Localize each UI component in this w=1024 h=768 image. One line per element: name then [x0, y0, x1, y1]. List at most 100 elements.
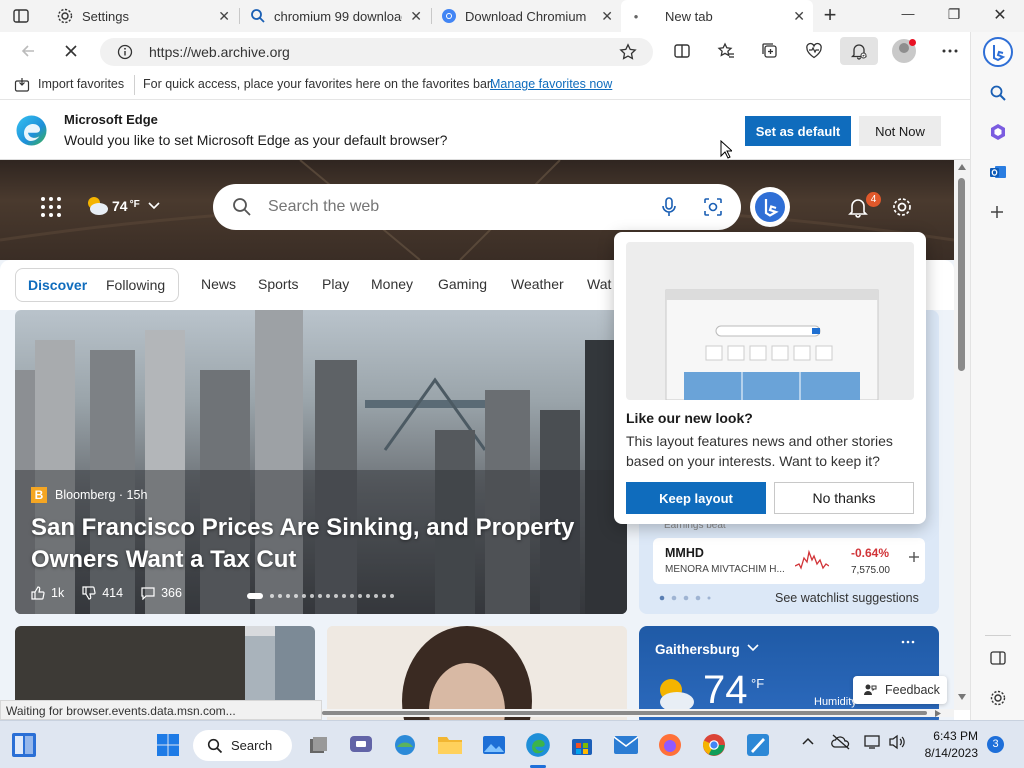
add-sidebar-app-icon[interactable]: [989, 204, 1005, 220]
scroll-thumb[interactable]: [958, 178, 965, 371]
nav-gaming[interactable]: Gaming: [438, 276, 487, 292]
address-bar[interactable]: https://web.archive.org: [100, 38, 653, 66]
network-icon[interactable]: [864, 734, 882, 750]
mail-icon[interactable]: [610, 729, 642, 761]
scroll-right-arrow-icon[interactable]: [935, 710, 941, 717]
office-icon[interactable]: [989, 123, 1007, 141]
star-icon[interactable]: [619, 43, 637, 61]
store-icon[interactable]: [566, 729, 598, 761]
minimize-button[interactable]: —: [896, 6, 920, 21]
tab-discover[interactable]: Discover: [28, 277, 87, 293]
weather-app-icon[interactable]: [389, 729, 421, 761]
photos-icon[interactable]: [478, 729, 510, 761]
vertical-scrollbar[interactable]: [954, 160, 970, 710]
close-window-button[interactable]: ✕: [988, 5, 1012, 25]
chevron-up-icon[interactable]: [802, 737, 814, 745]
horizontal-scroll-thumb[interactable]: [322, 711, 927, 715]
start-windows-icon[interactable]: [152, 729, 184, 761]
split-screen-icon[interactable]: [668, 37, 696, 65]
clock-date[interactable]: 8/14/2023: [916, 746, 978, 760]
widgets-icon[interactable]: [8, 729, 40, 761]
chrome-taskbar-icon[interactable]: [698, 729, 730, 761]
thumbs-up-icon[interactable]: [31, 586, 45, 600]
feedback-button[interactable]: Feedback: [853, 676, 947, 704]
close-tab-icon[interactable]: ✕: [218, 8, 230, 25]
bing-chat-icon[interactable]: [982, 36, 1014, 68]
site-info-icon[interactable]: [117, 44, 133, 60]
apps-launcher-icon[interactable]: [40, 196, 62, 218]
paint-icon[interactable]: [742, 729, 774, 761]
tab-settings[interactable]: Settings ✕: [48, 0, 238, 32]
tab-search[interactable]: chromium 99 download ✕: [242, 0, 430, 32]
close-tab-icon[interactable]: ✕: [601, 8, 613, 25]
chevron-down-icon[interactable]: [747, 644, 759, 652]
more-options-icon[interactable]: [936, 37, 964, 65]
tab-following[interactable]: Following: [106, 277, 165, 293]
more-options-icon[interactable]: [901, 640, 915, 644]
close-tab-icon[interactable]: ✕: [410, 8, 422, 25]
collections-icon[interactable]: [756, 37, 784, 65]
carousel-indicators[interactable]: [247, 593, 397, 599]
task-view-icon[interactable]: [302, 729, 334, 761]
horizontal-scrollbar[interactable]: [322, 709, 954, 717]
sidebar-settings-icon[interactable]: [989, 689, 1007, 707]
url-text[interactable]: https://web.archive.org: [149, 44, 290, 60]
browser-essentials-icon[interactable]: [800, 37, 828, 65]
stock-row[interactable]: MMHD MENORA MIVTACHIM H... -0.64% 7,575.…: [653, 538, 925, 584]
no-thanks-button[interactable]: No thanks: [774, 482, 914, 514]
not-now-button[interactable]: Not Now: [859, 116, 941, 146]
search-box[interactable]: [213, 184, 741, 230]
import-favorites-button[interactable]: Import favorites: [38, 77, 124, 91]
watchlist-pager-dots[interactable]: [659, 595, 713, 601]
article-card-woman[interactable]: [327, 626, 627, 720]
profile-avatar[interactable]: [892, 39, 916, 63]
weather-card[interactable]: Gaithersburg 74 °F Humidity: [639, 626, 939, 720]
tab-actions-icon[interactable]: [12, 7, 30, 25]
add-stock-icon[interactable]: [909, 552, 919, 562]
notification-center-badge[interactable]: 3: [987, 736, 1004, 753]
visual-search-icon[interactable]: [703, 197, 723, 217]
bing-chat-button[interactable]: [750, 187, 790, 227]
set-default-button[interactable]: Set as default: [745, 116, 851, 146]
outlook-icon[interactable]: [989, 163, 1007, 181]
nav-money[interactable]: Money: [371, 276, 413, 292]
weather-widget[interactable]: 74 °F: [84, 194, 160, 218]
tab-download-chromium[interactable]: Download Chromium ✕: [433, 0, 621, 32]
microphone-icon[interactable]: [660, 197, 678, 217]
comment-icon[interactable]: [141, 586, 155, 600]
edge-taskbar-icon[interactable]: [522, 729, 554, 761]
file-explorer-icon[interactable]: [434, 729, 466, 761]
stop-loading-icon[interactable]: [57, 37, 85, 65]
volume-icon[interactable]: [888, 734, 906, 750]
hero-article-card[interactable]: B Bloomberg · 15h San Francisco Prices A…: [15, 310, 627, 614]
page-settings-icon[interactable]: [891, 196, 913, 218]
nav-news[interactable]: News: [201, 276, 236, 292]
nav-watch[interactable]: Wat: [587, 276, 611, 292]
keep-layout-button[interactable]: Keep layout: [626, 482, 766, 514]
watchlist-suggestions-link[interactable]: See watchlist suggestions: [775, 591, 919, 605]
dislikes-count: 414: [102, 586, 124, 600]
tab-new-tab[interactable]: • New tab ✕: [621, 0, 813, 32]
clock-time[interactable]: 6:43 PM: [922, 729, 978, 743]
hide-sidebar-icon[interactable]: [989, 649, 1007, 667]
taskbar-search[interactable]: Search: [193, 730, 292, 761]
nav-play[interactable]: Play: [322, 276, 349, 292]
scroll-down-arrow-icon[interactable]: [958, 694, 966, 700]
manage-favorites-link[interactable]: Manage favorites now: [490, 77, 612, 91]
onedrive-offline-icon[interactable]: [831, 734, 851, 750]
notifications-button[interactable]: [840, 37, 878, 65]
nav-weather[interactable]: Weather: [511, 276, 564, 292]
thumbs-down-icon[interactable]: [82, 586, 96, 600]
article-headline[interactable]: San Francisco Prices Are Sinking, and Pr…: [31, 512, 591, 576]
restore-button[interactable]: ❐: [942, 6, 966, 23]
search-input[interactable]: [268, 196, 628, 218]
back-arrow-icon[interactable]: [14, 37, 42, 65]
teams-chat-icon[interactable]: [345, 729, 377, 761]
search-icon[interactable]: [989, 84, 1007, 102]
firefox-icon[interactable]: [654, 729, 686, 761]
scroll-up-arrow-icon[interactable]: [958, 164, 966, 170]
nav-sports[interactable]: Sports: [258, 276, 298, 292]
close-tab-icon[interactable]: ✕: [793, 8, 805, 25]
favorites-icon[interactable]: [712, 37, 740, 65]
new-tab-button[interactable]: +: [818, 4, 842, 28]
